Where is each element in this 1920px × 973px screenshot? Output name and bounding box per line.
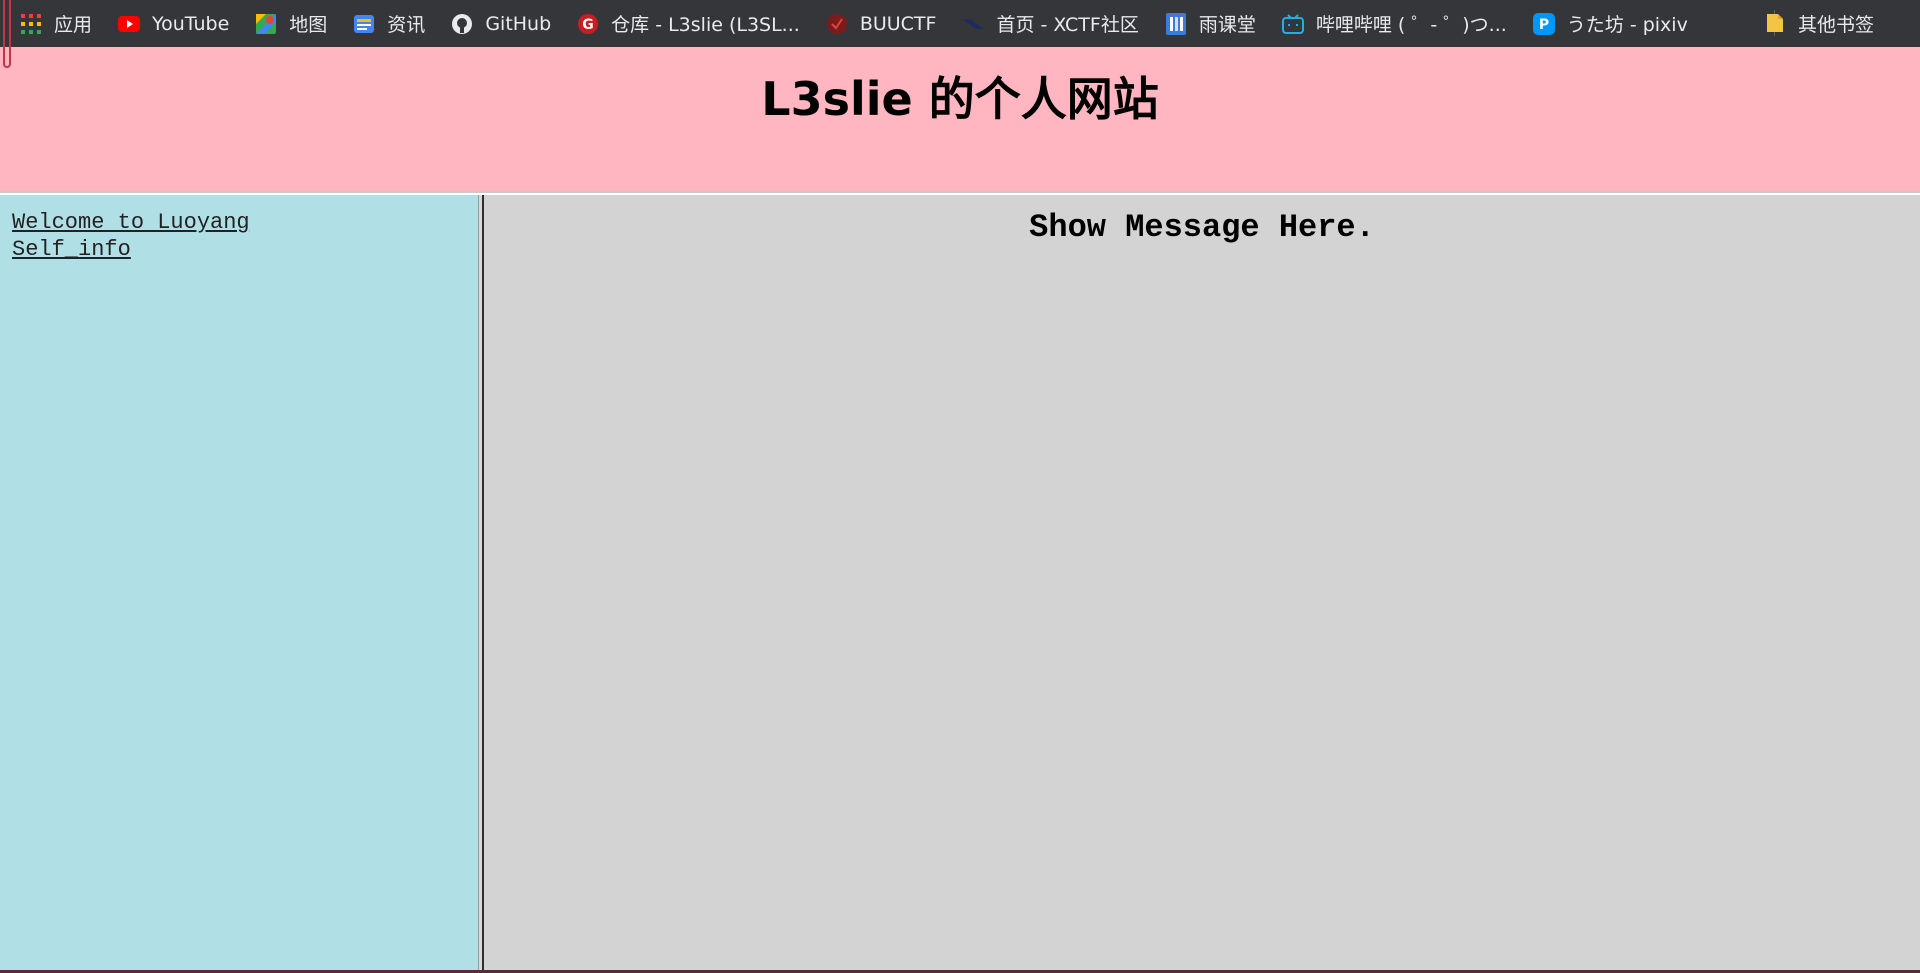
bookmark-xctf[interactable]: 首页 - XCTF社区 (962, 8, 1139, 40)
bookmark-label: 雨课堂 (1198, 14, 1256, 36)
bookmark-maps[interactable]: 地图 (255, 8, 327, 40)
bookmark-youtube[interactable]: YouTube (118, 8, 229, 40)
page-title: L3slie 的个人网站 (761, 72, 1159, 126)
bookmark-label: 地图 (289, 14, 328, 36)
content-frame: Show Message Here. (484, 195, 1920, 973)
buuctf-icon (826, 13, 848, 35)
bookmark-label: YouTube (152, 12, 230, 35)
scroll-indicator (3, 0, 11, 68)
yuketang-icon (1165, 12, 1187, 35)
bookmark-label: 其他书签 (1797, 13, 1874, 36)
nav-link-welcome[interactable]: Welcome to Luoyang (12, 209, 466, 236)
bookmark-buuctf[interactable]: BUUCTF (826, 8, 937, 40)
frameset: Welcome to Luoyang Self_info Show Messag… (0, 195, 1920, 973)
news-icon (353, 13, 375, 35)
bookmark-bilibili[interactable]: 哔哩哔哩 ( ゜- ゜)つ... (1281, 8, 1507, 40)
svg-text:G: G (582, 17, 594, 33)
bookmark-gitee[interactable]: G 仓库 - L3slie (L3SL... (577, 8, 800, 40)
bookmark-label: 仓库 - L3slie (L3SL... (611, 14, 800, 36)
bookmark-label: 首页 - XCTF社区 (996, 14, 1139, 36)
xctf-icon (962, 13, 985, 35)
maps-icon (255, 13, 277, 35)
bookmark-yuketang[interactable]: 雨课堂 (1165, 8, 1256, 40)
bookmark-label: 哔哩哔哩 ( ゜- ゜)つ... (1315, 14, 1507, 36)
svg-text:P: P (1539, 17, 1549, 33)
bookmark-label: GitHub (485, 12, 552, 35)
nav-link-self-info[interactable]: Self_info (12, 236, 466, 263)
bookmark-other-folder[interactable]: 其他书签 (1764, 7, 1874, 39)
apps-grid-icon (20, 13, 42, 35)
bookmark-label: 应用 (54, 14, 93, 36)
bookmark-apps[interactable]: 应用 (20, 8, 92, 40)
bilibili-icon (1281, 13, 1304, 35)
bookmark-pixiv[interactable]: P うた坊 - pixiv (1532, 8, 1688, 40)
bookmark-label: 资讯 (387, 14, 426, 36)
bookmark-news[interactable]: 资讯 (353, 8, 425, 40)
bookmark-github[interactable]: GitHub (451, 8, 551, 40)
left-nav-frame: Welcome to Luoyang Self_info (0, 195, 478, 973)
bookmarks-bar: 应用 YouTube 地图 资讯 GitHub G 仓库 - L3slie (L… (0, 0, 1920, 47)
folder-icon (1764, 12, 1786, 34)
bookmark-label: うた坊 - pixiv (1566, 14, 1688, 36)
gitee-icon: G (577, 13, 599, 35)
youtube-icon (118, 13, 141, 35)
message-text: Show Message Here. (1029, 209, 1375, 246)
bookmark-label: BUUCTF (859, 12, 937, 35)
site-header: L3slie 的个人网站 (0, 47, 1920, 193)
pixiv-icon: P (1532, 12, 1555, 35)
github-icon (451, 13, 473, 35)
